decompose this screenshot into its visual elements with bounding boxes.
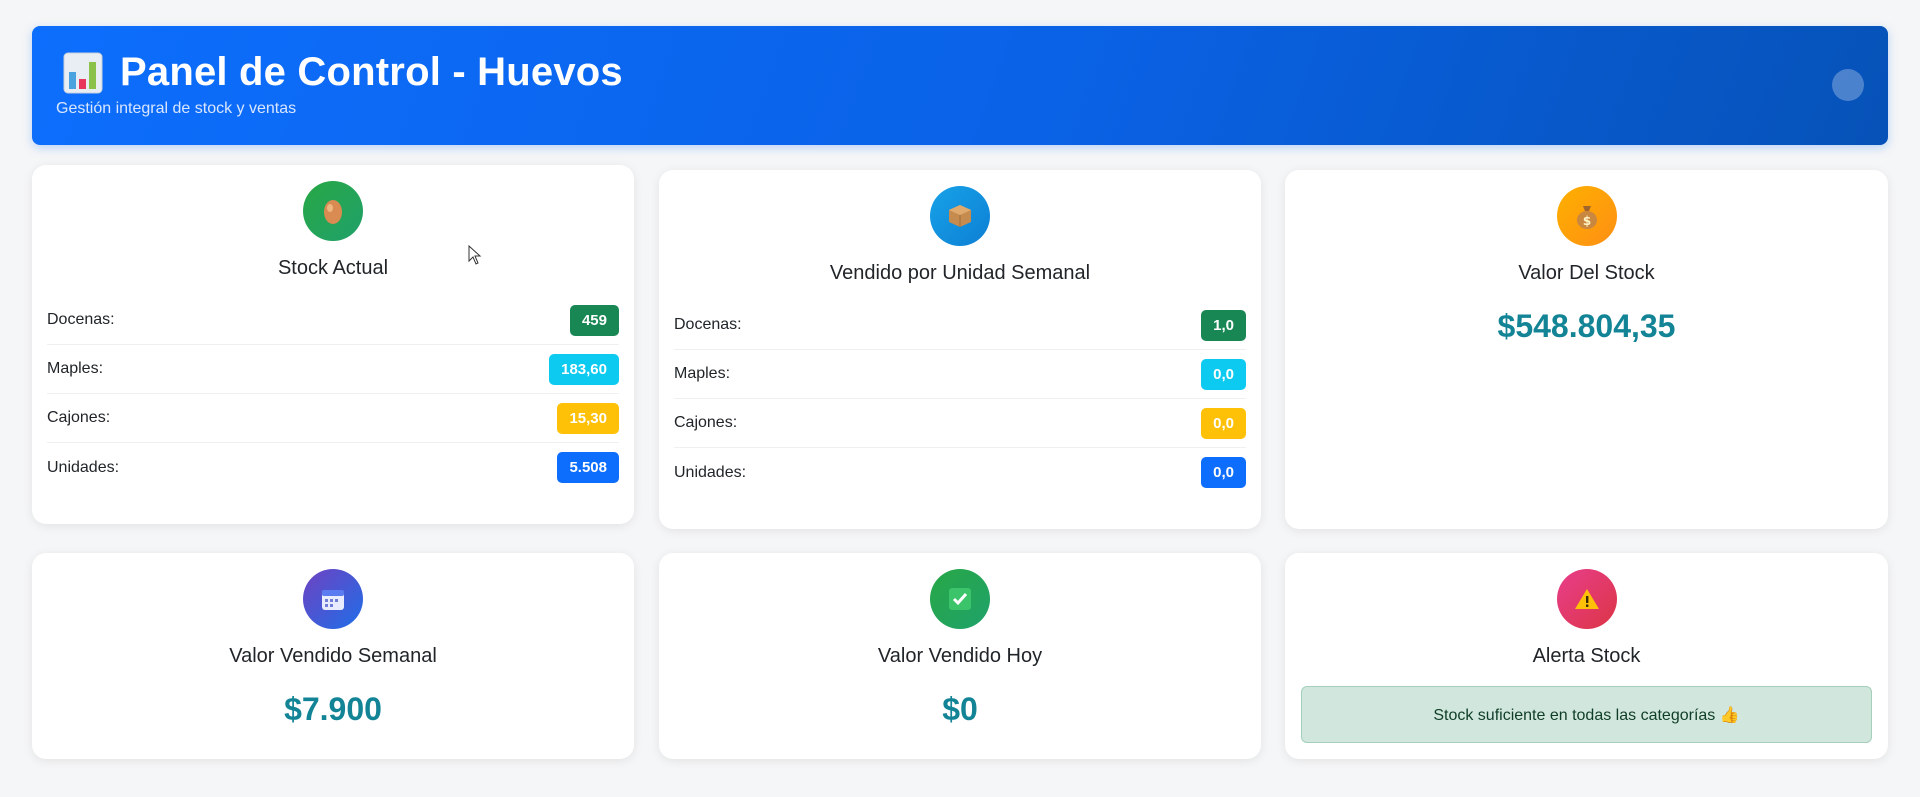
dashboard-header: Panel de Control - Huevos Gestión integr… [32, 26, 1888, 145]
stock-row-maples: Maples: 183,60 [47, 345, 619, 394]
row-label: Cajones: [674, 414, 738, 431]
calendar-icon [303, 569, 363, 629]
valor-vendido-hoy-card: Valor Vendido Hoy $0 [659, 553, 1261, 759]
mouse-pointer-icon [468, 245, 482, 265]
stock-badge-cajones: 15,30 [557, 402, 619, 434]
row-label: Maples: [674, 365, 731, 382]
stock-row-unidades: Unidades: 5.508 [47, 443, 619, 492]
row-label: Docenas: [674, 316, 742, 333]
row-label: Unidades: [674, 463, 747, 481]
money-bag-icon: $ [1556, 186, 1617, 246]
valor-stock-title: Valor Del Stock [1518, 262, 1655, 284]
package-icon [930, 186, 990, 246]
vendido-badge-maples: 0,0 [1201, 358, 1246, 390]
valor-stock-amount: $548.804,35 [1497, 308, 1676, 344]
row-label: Cajones: [47, 409, 111, 426]
vendido-badge-docenas: 1,0 [1201, 309, 1246, 341]
stock-badge-docenas: 459 [569, 304, 619, 336]
stock-actual-card: Stock Actual Docenas: 459 Maples: 183,60… [32, 165, 634, 524]
stock-badge-unidades: 5.508 [557, 452, 619, 483]
vendido-semanal-title: Vendido por Unidad Semanal [829, 262, 1091, 284]
valor-vendido-hoy-title: Valor Vendido Hoy [877, 645, 1043, 667]
stock-alert-message: Stock suficiente en todas las categorías… [1301, 686, 1872, 743]
stock-row-docenas: Docenas: 459 [47, 296, 619, 345]
vendido-row-cajones: Cajones: 0,0 [674, 399, 1246, 448]
vendido-row-docenas: Docenas: 1,0 [674, 301, 1246, 350]
check-mark-icon [930, 569, 990, 629]
vendido-row-unidades: Unidades: 0,0 [674, 448, 1246, 497]
valor-vendido-semanal-amount: $7.900 [284, 691, 382, 727]
valor-vendido-semanal-card: Valor Vendido Semanal $7.900 [32, 553, 634, 759]
stock-actual-title: Stock Actual [277, 257, 389, 279]
bar-chart-icon [63, 52, 103, 93]
alerta-stock-card: Alerta Stock Stock suficiente en todas l… [1285, 553, 1888, 759]
alerta-stock-title: Alerta Stock [1532, 645, 1641, 667]
vendido-row-maples: Maples: 0,0 [674, 350, 1246, 399]
vendido-semanal-card: Vendido por Unidad Semanal Docenas: 1,0 … [659, 170, 1261, 529]
row-label: Maples: [47, 360, 104, 377]
svg-text:$: $ [1582, 214, 1590, 228]
warning-icon [1556, 569, 1617, 629]
stock-row-cajones: Cajones: 15,30 [47, 394, 619, 443]
valor-vendido-hoy-amount: $0 [942, 691, 978, 727]
egg-icon [303, 181, 363, 241]
valor-stock-card: $ Valor Del Stock $548.804,35 [1285, 170, 1888, 529]
vendido-badge-cajones: 0,0 [1201, 407, 1246, 439]
page-title: Panel de Control - Huevos [120, 50, 623, 94]
stock-badge-maples: 183,60 [549, 353, 619, 385]
vendido-badge-unidades: 0,0 [1201, 457, 1246, 488]
header-circle-button[interactable] [1832, 69, 1864, 101]
row-label: Docenas: [47, 311, 115, 328]
page-subtitle: Gestión integral de stock y ventas [56, 100, 297, 117]
row-label: Unidades: [47, 458, 120, 476]
valor-vendido-semanal-title: Valor Vendido Semanal [229, 645, 437, 667]
